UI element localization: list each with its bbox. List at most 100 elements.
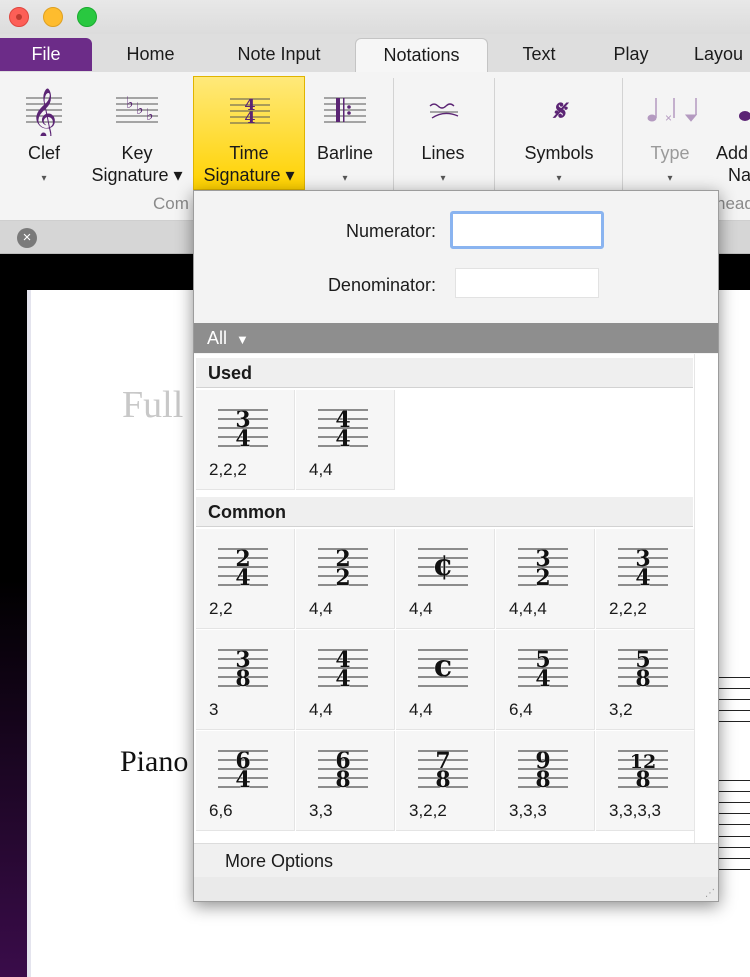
time-signature-glyph-icon: 34 (618, 546, 668, 591)
time-signature-option[interactable]: 5 8 3,2 (596, 630, 695, 730)
key-signature-label-2: Signature ▾ (91, 165, 183, 185)
time-signature-option[interactable]: 4 4 4,4 (296, 630, 395, 730)
time-signature-option[interactable]: c 4,4 (396, 630, 495, 730)
barline-label: Barline (316, 143, 374, 163)
staff-line (718, 699, 750, 700)
time-signature-option[interactable]: ¢ 4,4 (396, 529, 495, 629)
symbols-label: Symbols (524, 143, 594, 163)
time-signature-option[interactable]: 3 2 4,4,4 (496, 529, 595, 629)
tab-file[interactable]: File (0, 38, 92, 71)
time-signature-option[interactable]: 9 8 3,3,3 (496, 731, 595, 831)
staff-line (718, 710, 750, 711)
scrollbar[interactable] (694, 354, 718, 874)
time-signature-glyph-icon: 22 (318, 546, 368, 591)
beam-grouping-label: 3,3,3,3 (609, 801, 661, 820)
svg-text:×: × (665, 111, 672, 125)
barline-button[interactable]: Barline ▾ (308, 76, 382, 190)
time-signature-option[interactable]: 3 4 2,2,2 (196, 390, 295, 490)
time-signature-glyph-icon: 24 (218, 546, 268, 591)
svg-text:♭: ♭ (136, 99, 144, 118)
symbols-button[interactable]: 𝄋 Symbols ▾ (505, 76, 613, 190)
staff-line (718, 721, 750, 722)
add-name-button[interactable]: Add Na (712, 76, 750, 190)
close-document-icon[interactable]: × (17, 228, 37, 248)
time-signature-icon: 4 4 (194, 85, 304, 133)
time-signature-option[interactable]: 2 2 4,4 (296, 529, 395, 629)
svg-text:𝄞: 𝄞 (31, 88, 57, 136)
time-signature-option[interactable]: 3 4 2,2,2 (596, 529, 695, 629)
time-signature-button[interactable]: 4 4 Time Signature ▾ (193, 76, 305, 190)
time-signature-glyph-icon: 38 (218, 647, 268, 692)
chevron-down-icon: ▾ (342, 173, 348, 184)
tab-note-input[interactable]: Note Input (218, 38, 340, 70)
staff-line (718, 780, 750, 781)
note-type-label: Type (650, 143, 690, 163)
beam-grouping-label: 2,2 (209, 599, 233, 618)
svg-text:𝄋: 𝄋 (552, 94, 570, 127)
window-minimize-button[interactable] (43, 7, 63, 27)
staff-line (718, 836, 750, 837)
score-title: Full (122, 384, 184, 426)
segno-icon: 𝄋 (505, 84, 613, 132)
time-signature-symbol: ¢ (433, 548, 454, 583)
time-signature-option[interactable]: 5 4 6,4 (496, 630, 595, 730)
staff-line (718, 688, 750, 689)
window-title-bar (0, 0, 750, 34)
tab-notations[interactable]: Notations (355, 38, 488, 73)
ribbon-separator (622, 78, 623, 190)
time-signature-option[interactable]: 12 8 3,3,3,3 (596, 731, 695, 831)
staff-line (718, 824, 750, 825)
denominator-label: Denominator: (327, 275, 436, 295)
chevron-down-icon: ▾ (556, 173, 562, 184)
filter-label: All (207, 328, 228, 348)
beam-grouping-label: 6,6 (209, 801, 233, 820)
note-type-button[interactable]: × Type ▾ (632, 76, 708, 190)
time-signature-glyph-icon: 32 (518, 546, 568, 591)
staff-line (718, 869, 750, 870)
add-name-label-2: Na (728, 165, 750, 185)
time-signature-option[interactable]: 6 8 3,3 (296, 731, 395, 831)
time-signature-glyph-icon: 78 (418, 748, 468, 793)
more-options-button[interactable]: More Options (194, 843, 718, 877)
tab-text[interactable]: Text (500, 38, 578, 70)
tab-layout[interactable]: Layou (694, 38, 750, 70)
numerator-input[interactable] (450, 211, 604, 249)
lines-button[interactable]: Lines ▾ (402, 76, 484, 190)
chevron-down-icon: ▼ (236, 332, 249, 347)
svg-text:♭: ♭ (146, 105, 154, 124)
time-signature-option[interactable]: 7 8 3,2,2 (396, 731, 495, 831)
staff-line (718, 677, 750, 678)
time-signature-glyph-icon: 44 (318, 647, 368, 692)
treble-clef-icon: 𝄞 (6, 84, 82, 141)
resize-grip-icon[interactable]: ⋰ (705, 888, 715, 899)
time-signature-list: Used 3 4 2,2,2 4 4 4,4 Common 2 4 2,2 2 2 4,4 ¢ 4,4 3 2 4,… (194, 354, 695, 874)
tab-home[interactable]: Home (103, 38, 198, 70)
time-signature-denominator: 4 (235, 426, 250, 452)
time-signature-option[interactable]: 4 4 4,4 (296, 390, 395, 490)
beam-grouping-label: 3,3 (309, 801, 333, 820)
time-signature-label-1: Time (229, 143, 269, 163)
chevron-down-icon: ▾ (440, 173, 446, 184)
tab-play[interactable]: Play (596, 38, 666, 70)
time-signature-option[interactable]: 6 4 6,6 (196, 731, 295, 831)
time-signature-option[interactable]: 38 3 (196, 630, 295, 730)
time-signature-glyph-icon: 58 (618, 647, 668, 692)
clef-button[interactable]: 𝄞 Clef ▾ (6, 76, 82, 190)
numerator-label: Numerator: (345, 221, 436, 241)
key-signature-button[interactable]: ♭ ♭ ♭ Key Signature ▾ (86, 76, 188, 190)
time-signature-denominator: 4 (235, 565, 250, 591)
time-signature-glyph-icon: 44 (318, 407, 368, 452)
window-close-button[interactable] (9, 7, 29, 27)
add-name-label-1: Add (716, 143, 749, 163)
time-signature-denominator: 4 (635, 565, 650, 591)
ribbon-group-label: Com (153, 194, 189, 213)
denominator-input[interactable] (455, 268, 599, 298)
beam-grouping-label: 4,4 (309, 700, 333, 719)
chevron-down-icon: ▾ (667, 173, 673, 184)
time-signature-denominator: 8 (435, 767, 450, 793)
beam-grouping-label: 3,3,3 (509, 801, 547, 820)
window-maximize-button[interactable] (77, 7, 97, 27)
time-signature-option[interactable]: 2 4 2,2 (196, 529, 295, 629)
ribbon-group-label: head (716, 194, 750, 213)
filter-dropdown[interactable]: All ▼ (194, 323, 718, 353)
